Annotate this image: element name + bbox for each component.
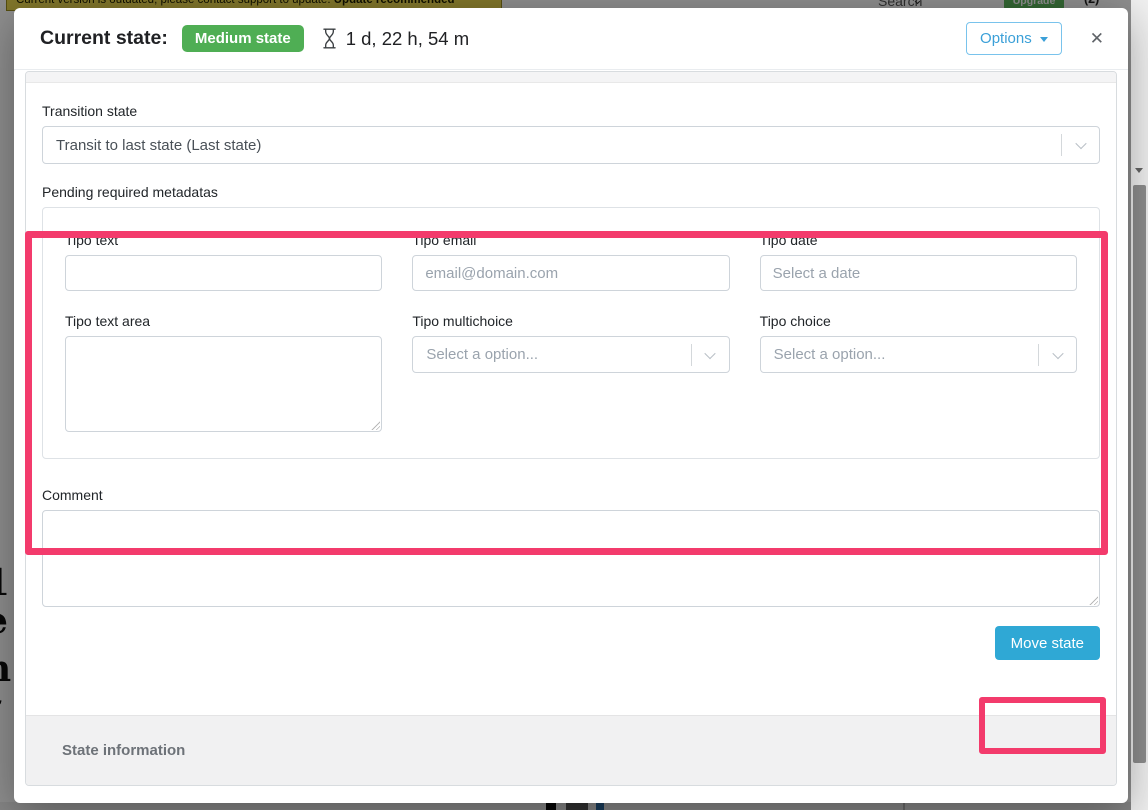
button-row: Move state bbox=[42, 626, 1100, 660]
field-label: Tipo multichoice bbox=[412, 313, 729, 329]
transition-state-select[interactable]: Transit to last state (Last state) bbox=[42, 126, 1100, 164]
modal-body: Transition state Transit to last state (… bbox=[14, 71, 1128, 803]
state-badge: Medium state bbox=[182, 25, 304, 52]
chevron-down-icon bbox=[1062, 141, 1099, 149]
comment-textarea[interactable] bbox=[42, 510, 1100, 607]
current-state-modal: Current state: Medium state 1 d, 22 h, 5… bbox=[14, 8, 1128, 803]
state-duration: 1 d, 22 h, 54 m bbox=[346, 28, 469, 50]
options-button-label: Options bbox=[980, 30, 1032, 47]
tipo-email-field: Tipo email bbox=[412, 232, 729, 291]
modal-header: Current state: Medium state 1 d, 22 h, 5… bbox=[14, 8, 1128, 70]
tipo-textarea-input[interactable] bbox=[65, 336, 382, 432]
select-placeholder: Select a option... bbox=[426, 346, 538, 363]
field-label: Tipo text area bbox=[65, 313, 382, 329]
field-label: Tipo text bbox=[65, 232, 382, 248]
tipo-text-field: Tipo text bbox=[65, 232, 382, 291]
scrollbar-thumb[interactable] bbox=[1133, 185, 1146, 763]
move-state-button[interactable]: Move state bbox=[995, 626, 1100, 660]
pending-metadata-label: Pending required metadatas bbox=[42, 184, 1100, 200]
options-button[interactable]: Options bbox=[966, 22, 1062, 55]
caret-down-icon bbox=[1040, 37, 1048, 42]
hourglass-icon bbox=[321, 27, 338, 50]
tipo-date-field: Tipo date bbox=[760, 232, 1077, 291]
comment-section: Comment bbox=[42, 487, 1100, 607]
select-placeholder: Select a option... bbox=[774, 346, 886, 363]
tipo-choice-field: Tipo choice Select a option... bbox=[760, 313, 1077, 432]
field-label: Tipo choice bbox=[760, 313, 1077, 329]
transition-state-value: Transit to last state (Last state) bbox=[56, 137, 261, 154]
tipo-multichoice-field: Tipo multichoice Select a option... bbox=[412, 313, 729, 432]
state-information-label: State information bbox=[62, 742, 185, 759]
close-icon[interactable]: ✕ bbox=[1090, 30, 1104, 47]
state-information-header[interactable]: State information bbox=[26, 715, 1116, 785]
tipo-choice-select[interactable]: Select a option... bbox=[760, 336, 1077, 373]
field-label: Tipo date bbox=[760, 232, 1077, 248]
transition-state-label: Transition state bbox=[42, 103, 1100, 119]
page-scrollbar[interactable] bbox=[1131, 0, 1148, 810]
metadata-fieldset: Tipo text Tipo email Tipo date T bbox=[42, 207, 1100, 459]
tipo-date-input[interactable] bbox=[760, 255, 1077, 291]
tipo-text-input[interactable] bbox=[65, 255, 382, 291]
chevron-down-icon bbox=[1039, 351, 1076, 359]
tipo-textarea-field: Tipo text area bbox=[65, 313, 382, 432]
field-label: Tipo email bbox=[412, 232, 729, 248]
metadata-grid: Tipo text Tipo email Tipo date T bbox=[65, 232, 1077, 432]
modal-title: Current state: bbox=[40, 27, 168, 50]
scrollbar-arrow-icon bbox=[1135, 168, 1143, 173]
tipo-multichoice-select[interactable]: Select a option... bbox=[412, 336, 729, 373]
card-top-strip bbox=[26, 72, 1116, 83]
textarea-wrapper bbox=[65, 336, 382, 432]
chevron-down-icon bbox=[692, 351, 729, 359]
state-transition-card: Transition state Transit to last state (… bbox=[25, 71, 1117, 786]
card-content: Transition state Transit to last state (… bbox=[26, 83, 1116, 660]
textarea-wrapper bbox=[42, 510, 1100, 607]
tipo-email-input[interactable] bbox=[412, 255, 729, 291]
comment-label: Comment bbox=[42, 487, 1100, 503]
